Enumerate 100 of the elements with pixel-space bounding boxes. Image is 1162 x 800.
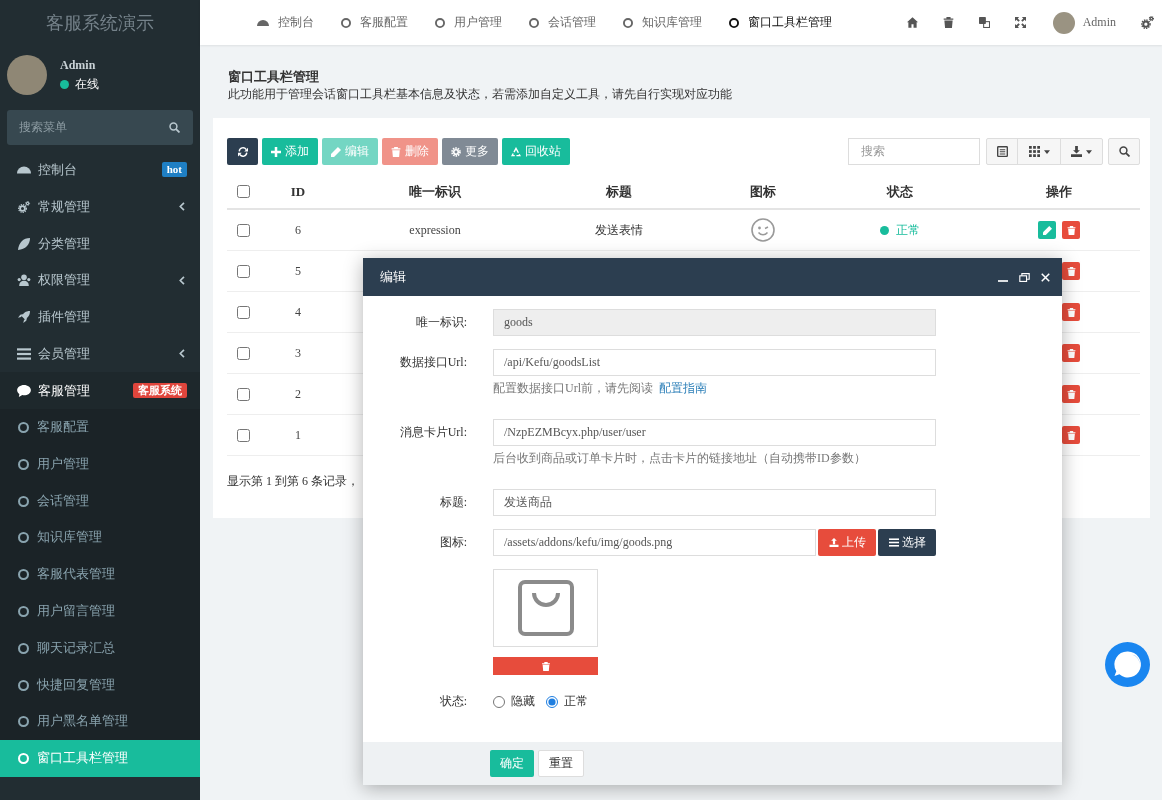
field-label: 图标: [439, 534, 467, 551]
upload-button[interactable]: 上传 [818, 529, 876, 556]
pagination-summary: 显示第 1 到第 6 条记录， [227, 474, 359, 488]
row-checkbox[interactable] [237, 346, 250, 360]
nav-tab[interactable]: 客服配置 [327, 0, 421, 45]
circle-icon [434, 17, 445, 28]
caret-icon [1043, 149, 1050, 154]
delete-button[interactable] [1062, 303, 1080, 321]
sidebar-item[interactable]: 会员管理 [0, 335, 200, 373]
row-checkbox[interactable] [237, 428, 250, 442]
page-title: 窗口工具栏管理 [228, 69, 319, 85]
export-button[interactable] [1060, 138, 1103, 165]
refresh-button[interactable] [227, 138, 258, 165]
radio-button[interactable] [493, 695, 505, 708]
row-checkbox[interactable] [237, 305, 250, 319]
delete-image-button[interactable] [493, 657, 598, 675]
circle-icon [18, 679, 29, 691]
avatar-placeholder [1052, 11, 1075, 34]
column-header[interactable]: 标题 [606, 182, 632, 201]
table-icon [996, 146, 1008, 157]
home-icon [907, 17, 919, 28]
table-search-field[interactable]: 搜索 [848, 138, 980, 165]
field-label: 状态: [439, 693, 467, 710]
row-checkbox[interactable] [237, 264, 250, 278]
row-checkbox[interactable] [237, 223, 250, 237]
trash-icon [1066, 225, 1076, 235]
circle-icon [18, 753, 29, 765]
settings-button[interactable] [1141, 16, 1154, 29]
guide-link[interactable]: 配置指南 [659, 381, 707, 395]
select-all-checkbox[interactable] [237, 185, 250, 198]
sidebar-item[interactable]: 常规管理 [0, 188, 200, 226]
chevron-left-icon [179, 275, 185, 285]
submenu-item[interactable]: 客服代表管理 [0, 556, 200, 594]
row-key: expression [409, 222, 461, 238]
search-button[interactable] [1108, 138, 1140, 165]
view-toggle-button[interactable] [986, 138, 1018, 165]
reset-button[interactable]: 重置 [538, 750, 584, 777]
submenu-item[interactable]: 客服配置 [0, 409, 200, 446]
circle-icon [528, 17, 539, 28]
pencil-icon [1042, 225, 1052, 235]
text-field[interactable]: /NzpEZMBcyx.php/user/user [493, 419, 936, 446]
nav-tab[interactable]: 会话管理 [515, 0, 609, 45]
text-field[interactable]: /api/Kefu/goodsList [493, 349, 936, 376]
close-button[interactable] [1041, 272, 1050, 282]
radio-button[interactable] [546, 695, 558, 708]
sidebar-item[interactable]: 控制台 hot [0, 151, 200, 189]
field-label: 数据接口Url: [399, 354, 467, 371]
sidebar-item[interactable]: 分类管理 [0, 225, 200, 262]
delete-button[interactable] [1062, 221, 1080, 239]
field-label: 消息卡片Url: [399, 424, 467, 441]
leaf-icon [17, 237, 31, 250]
column-header[interactable]: 操作 [1046, 182, 1072, 201]
nav-tab[interactable]: 用户管理 [421, 0, 515, 45]
circle-icon [18, 569, 29, 581]
sidebar-item[interactable]: 客服管理 客服系统 [0, 372, 200, 410]
text-field[interactable]: /assets/addons/kefu/img/goods.png [493, 529, 816, 556]
radio-label[interactable]: 正常 [564, 693, 588, 710]
submenu-item[interactable]: 聊天记录汇总 [0, 629, 200, 667]
delete-button[interactable] [1062, 426, 1080, 444]
field-label: 标题: [439, 494, 467, 511]
submenu-item[interactable]: 会话管理 [0, 482, 200, 520]
submenu-item[interactable]: 知识库管理 [0, 519, 200, 557]
edit-button[interactable] [1038, 221, 1056, 239]
column-header[interactable]: 状态 [887, 182, 913, 201]
text-field[interactable]: 发送商品 [493, 489, 936, 516]
sidebar-item[interactable]: 插件管理 [0, 298, 200, 336]
row-checkbox[interactable] [237, 387, 250, 401]
nav-tab[interactable]: 控制台 [243, 0, 327, 45]
submenu-item[interactable]: 用户留言管理 [0, 593, 200, 630]
circle-icon [622, 17, 633, 28]
delete-button[interactable] [1062, 344, 1080, 362]
refresh-icon [237, 146, 248, 157]
chat-button[interactable] [1105, 642, 1150, 687]
column-header[interactable]: 图标 [750, 182, 776, 201]
list-icon [888, 538, 899, 547]
radio-label[interactable]: 隐藏 [511, 693, 535, 710]
field-label: 唯一标识: [415, 314, 467, 331]
user-name[interactable]: Admin [1082, 15, 1116, 30]
columns-button[interactable] [1017, 138, 1061, 165]
sidebar-item[interactable]: 权限管理 [0, 262, 200, 299]
select-button[interactable]: 选择 [878, 529, 936, 556]
online-dot-icon [60, 79, 69, 89]
menu-search-field[interactable]: 搜索菜单 [7, 110, 193, 145]
delete-button[interactable] [1062, 262, 1080, 280]
delete-button[interactable] [1062, 385, 1080, 403]
column-header[interactable]: ID [290, 183, 306, 200]
page-description: 此功能用于管理会话窗口工具栏基本信息及状态，若需添加自定义工具，请先自行实现对应功能 [228, 86, 732, 102]
maximize-button[interactable] [1019, 272, 1030, 282]
column-header[interactable]: 唯一标识 [409, 182, 461, 201]
submenu-item[interactable]: 用户黑名单管理 [0, 703, 200, 741]
circle-icon [18, 495, 29, 507]
text-field[interactable]: goods [493, 309, 936, 336]
maximize-icon [1019, 272, 1030, 282]
minimize-icon [998, 279, 1008, 282]
nav-tab[interactable]: 窗口工具栏管理 [715, 0, 845, 45]
submenu-item[interactable]: 用户管理 [0, 445, 200, 483]
nav-tab[interactable]: 知识库管理 [609, 0, 715, 45]
circle-icon [18, 716, 29, 728]
submenu-item[interactable]: 快捷回复管理 [0, 666, 200, 704]
gears-icon [17, 200, 31, 213]
